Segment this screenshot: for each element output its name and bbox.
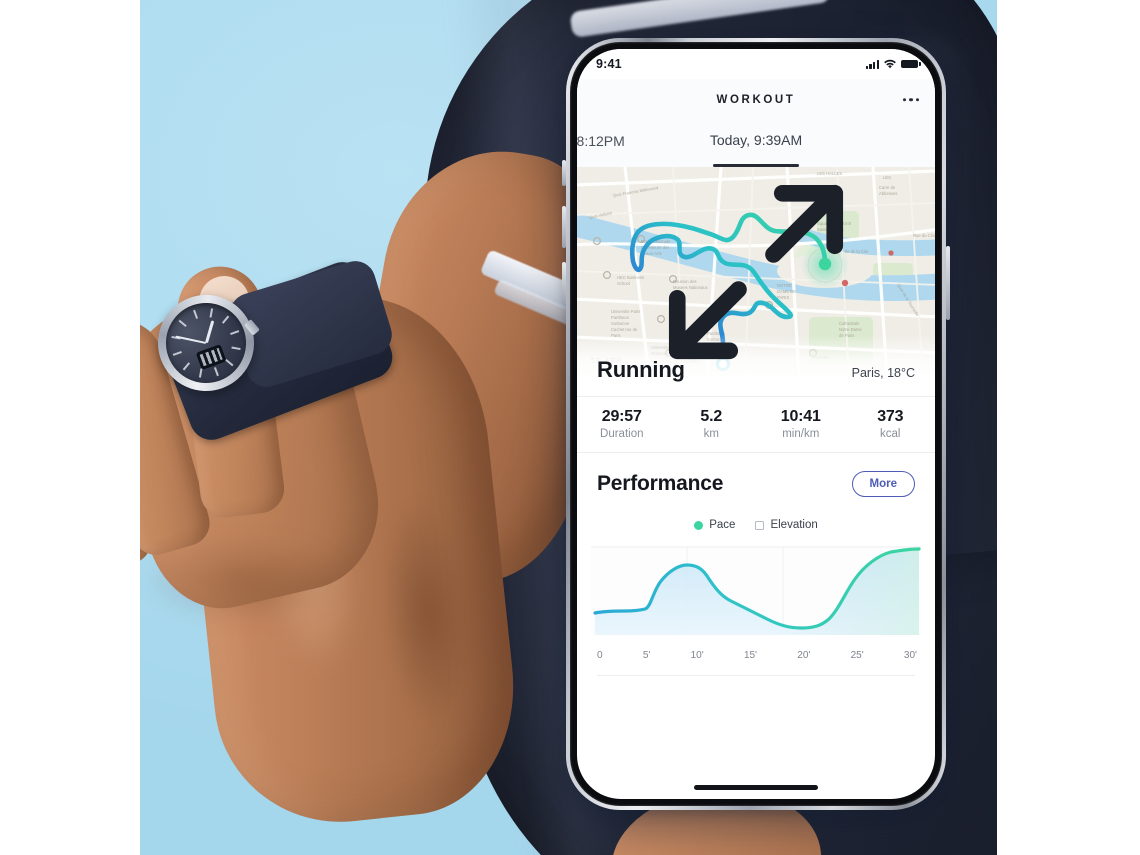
app-header: WORKOUT (577, 79, 935, 121)
route-map[interactable]: LES HALLES Quai Francois Mitterrand Quai… (577, 167, 935, 377)
letterbox-left (0, 0, 140, 855)
screenshot-canvas: 9:41 WORKOUT 8:12PM Today, 9:39AM LES HA… (0, 0, 1140, 855)
stat-label: kcal (880, 428, 901, 440)
x-tick: 25' (850, 650, 864, 661)
session-tabs: ay, 8:12PM Today, 9:39AM (577, 121, 935, 167)
more-button[interactable]: More (851, 471, 915, 497)
chart-canvas (591, 546, 921, 635)
page-title: WORKOUT (716, 94, 796, 106)
cellular-signal-icon (865, 59, 879, 69)
stat-distance: 5.2 km (667, 397, 757, 452)
x-tick: 30' (903, 650, 917, 661)
performance-title: Performance (597, 472, 724, 495)
x-tick: 5' (642, 650, 651, 661)
status-bar: 9:41 (577, 49, 935, 79)
stat-value: 5.2 (700, 408, 723, 425)
legend-item-elevation[interactable]: Elevation (755, 519, 818, 531)
chart-x-axis: 0 5' 10' 15' 20' 25' 30' (577, 641, 935, 661)
stat-calories: 373 kcal (846, 397, 936, 452)
legend-label: Elevation (770, 519, 818, 531)
watch-sub-display (195, 344, 227, 371)
x-tick: 15' (743, 650, 757, 661)
stat-value: 29:57 (601, 408, 642, 425)
workout-stats: 29:57 Duration 5.2 km 10:41 min/km 373 k… (577, 396, 935, 453)
chart-legend: Pace Elevation (577, 501, 935, 541)
stat-value: 10:41 (780, 408, 821, 425)
legend-label: Pace (709, 519, 736, 531)
overflow-menu-icon[interactable] (902, 98, 919, 102)
tab-previous-session[interactable]: ay, 8:12PM (577, 133, 625, 149)
watch-hour-hand (204, 320, 214, 344)
power-button[interactable] (946, 246, 950, 320)
performance-header: Performance More (577, 453, 935, 501)
stat-pace: 10:41 min/km (756, 397, 846, 452)
watch-minute-hand (175, 335, 207, 344)
expand-arrows-icon[interactable] (577, 167, 935, 377)
phone-screen: 9:41 WORKOUT 8:12PM Today, 9:39AM LES HA… (577, 49, 935, 799)
hand-shadow (140, 520, 370, 640)
letterbox-right (997, 0, 1140, 855)
phone-device: 9:41 WORKOUT 8:12PM Today, 9:39AM LES HA… (566, 38, 946, 810)
x-tick: 20' (797, 650, 811, 661)
legend-item-pace[interactable]: Pace (694, 519, 735, 531)
wifi-icon (884, 59, 896, 69)
home-indicator[interactable] (694, 785, 818, 790)
elevation-checkbox-icon[interactable] (755, 520, 765, 530)
battery-icon (901, 59, 921, 69)
section-divider (597, 675, 915, 676)
x-tick: 0 (597, 650, 603, 661)
stat-label: km (703, 428, 719, 440)
volume-up-button[interactable] (562, 206, 566, 248)
pace-marker-icon (694, 520, 704, 530)
volume-down-button[interactable] (562, 262, 566, 304)
tab-today-session[interactable]: Today, 9:39AM (710, 132, 802, 148)
stat-duration: 29:57 Duration (577, 397, 667, 452)
stat-label: min/km (782, 428, 820, 440)
performance-chart[interactable] (591, 541, 921, 641)
stat-value: 373 (877, 408, 904, 425)
status-indicators (865, 59, 921, 69)
x-tick: 10' (690, 650, 704, 661)
status-time: 9:41 (596, 57, 622, 71)
stat-label: Duration (600, 428, 644, 440)
phone-bezel: 9:41 WORKOUT 8:12PM Today, 9:39AM LES HA… (570, 42, 942, 806)
mute-switch[interactable] (562, 160, 566, 186)
